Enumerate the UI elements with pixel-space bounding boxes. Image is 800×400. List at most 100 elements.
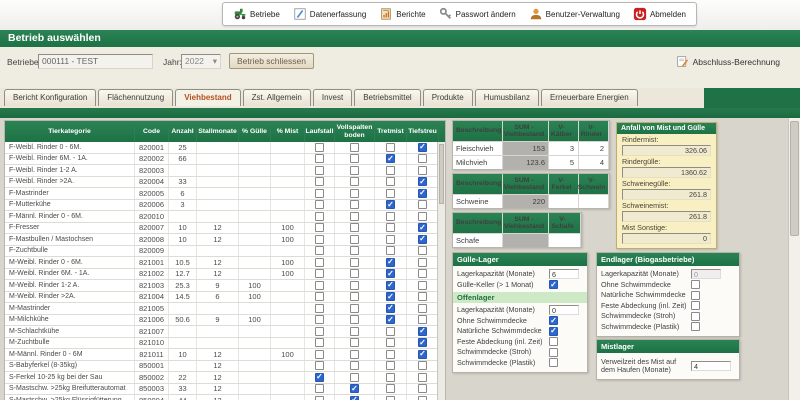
datenerfassung-button[interactable]: Datenerfassung <box>293 7 366 21</box>
tiefstreu-checkbox[interactable] <box>418 200 427 209</box>
laufstall-checkbox[interactable] <box>315 269 324 278</box>
guelle-cell[interactable] <box>239 395 271 400</box>
endlager-ohne-schwimmdecke-checkbox[interactable] <box>691 280 700 289</box>
tretmist-checkbox[interactable] <box>386 258 395 267</box>
anzahl-cell[interactable]: 22 <box>169 372 197 383</box>
vollspaltenboden-checkbox[interactable] <box>350 154 359 163</box>
mist-cell[interactable] <box>271 280 305 291</box>
laufstall-checkbox[interactable] <box>315 223 324 232</box>
vollspaltenboden-checkbox[interactable] <box>350 281 359 290</box>
anzahl-cell[interactable]: 33 <box>169 177 197 188</box>
laufstall-checkbox[interactable] <box>315 154 324 163</box>
stallmonate-cell[interactable]: 12 <box>197 223 239 234</box>
jahr-select[interactable]: 2022▾ <box>181 54 221 69</box>
vollspaltenboden-checkbox[interactable] <box>350 166 359 175</box>
anzahl-cell[interactable]: 44 <box>169 395 197 400</box>
vollspaltenboden-checkbox[interactable] <box>350 384 359 393</box>
stallmonate-cell[interactable]: 12 <box>197 384 239 395</box>
tretmist-checkbox[interactable] <box>386 189 395 198</box>
mist-cell[interactable] <box>271 384 305 395</box>
tiefstreu-checkbox[interactable] <box>418 396 427 400</box>
tretmist-checkbox[interactable] <box>386 361 395 370</box>
guelle-cell[interactable] <box>239 200 271 211</box>
guelle-cell[interactable] <box>239 361 271 372</box>
betriebe-button[interactable]: Betriebe <box>233 7 280 21</box>
tiefstreu-checkbox[interactable] <box>418 281 427 290</box>
anzahl-cell[interactable]: 10 <box>169 223 197 234</box>
tiefstreu-checkbox[interactable] <box>418 350 427 359</box>
vollspaltenboden-checkbox[interactable] <box>350 189 359 198</box>
guelle-cell[interactable] <box>239 234 271 245</box>
stallmonate-cell[interactable]: 6 <box>197 292 239 303</box>
stallmonate-cell[interactable]: 12 <box>197 349 239 360</box>
tiefstreu-checkbox[interactable] <box>418 235 427 244</box>
schwimmdecke-plastik-checkbox[interactable] <box>549 358 558 367</box>
mist-cell[interactable] <box>271 303 305 314</box>
vollspaltenboden-checkbox[interactable] <box>350 396 359 400</box>
tab-humusbilanz[interactable]: Humusbilanz <box>475 89 539 106</box>
guelle-cell[interactable] <box>239 384 271 395</box>
tretmist-checkbox[interactable] <box>386 304 395 313</box>
vertical-scrollbar-thumb[interactable] <box>790 121 799 236</box>
mist-cell[interactable]: 100 <box>271 257 305 268</box>
mist-cell[interactable] <box>271 338 305 349</box>
vollspaltenboden-checkbox[interactable] <box>350 361 359 370</box>
verweilzeit-input[interactable]: 4 <box>691 361 731 371</box>
stallmonate-cell[interactable]: 12 <box>197 257 239 268</box>
guelle-cell[interactable] <box>239 372 271 383</box>
mist-cell[interactable]: 100 <box>271 234 305 245</box>
guelle-cell[interactable]: 100 <box>239 280 271 291</box>
laufstall-checkbox[interactable] <box>315 189 324 198</box>
laufstall-checkbox[interactable] <box>315 177 324 186</box>
anzahl-cell[interactable]: 50.6 <box>169 315 197 326</box>
anzahl-cell[interactable] <box>169 361 197 372</box>
tiefstreu-checkbox[interactable] <box>418 177 427 186</box>
anzahl-cell[interactable]: 10 <box>169 234 197 245</box>
anzahl-cell[interactable] <box>169 246 197 257</box>
stallmonate-cell[interactable]: 9 <box>197 315 239 326</box>
laufstall-checkbox[interactable] <box>315 315 324 324</box>
stallmonate-cell[interactable] <box>197 188 239 199</box>
tiefstreu-checkbox[interactable] <box>418 304 427 313</box>
tretmist-checkbox[interactable] <box>386 338 395 347</box>
stallmonate-cell[interactable] <box>197 326 239 337</box>
guelle-keller-checkbox[interactable] <box>549 280 558 289</box>
vollspaltenboden-checkbox[interactable] <box>350 177 359 186</box>
tretmist-checkbox[interactable] <box>386 269 395 278</box>
mist-cell[interactable] <box>271 211 305 222</box>
vollspaltenboden-checkbox[interactable] <box>350 327 359 336</box>
laufstall-checkbox[interactable] <box>315 292 324 301</box>
stallmonate-cell[interactable]: 12 <box>197 372 239 383</box>
vollspaltenboden-checkbox[interactable] <box>350 258 359 267</box>
stallmonate-cell[interactable] <box>197 154 239 165</box>
tab-zst-allgemein[interactable]: Zst. Allgemein <box>243 89 311 106</box>
tretmist-checkbox[interactable] <box>386 246 395 255</box>
stallmonate-cell[interactable] <box>197 246 239 257</box>
ohne-schwimmdecke-checkbox[interactable] <box>549 316 558 325</box>
vollspaltenboden-checkbox[interactable] <box>350 315 359 324</box>
tretmist-checkbox[interactable] <box>386 212 395 221</box>
tiefstreu-checkbox[interactable] <box>418 373 427 382</box>
anzahl-cell[interactable] <box>169 326 197 337</box>
laufstall-checkbox[interactable] <box>315 361 324 370</box>
tiefstreu-checkbox[interactable] <box>418 338 427 347</box>
anzahl-cell[interactable] <box>169 211 197 222</box>
guelle-cell[interactable] <box>239 177 271 188</box>
tiefstreu-checkbox[interactable] <box>418 246 427 255</box>
tiefstreu-checkbox[interactable] <box>418 143 427 152</box>
guelle-cell[interactable]: 100 <box>239 292 271 303</box>
laufstall-checkbox[interactable] <box>315 327 324 336</box>
mist-cell[interactable] <box>271 292 305 303</box>
schwimmdecke-stroh-checkbox[interactable] <box>549 348 558 357</box>
guelle-cell[interactable] <box>239 338 271 349</box>
tretmist-checkbox[interactable] <box>386 235 395 244</box>
stallmonate-cell[interactable]: 12 <box>197 234 239 245</box>
tretmist-checkbox[interactable] <box>386 350 395 359</box>
tretmist-checkbox[interactable] <box>386 200 395 209</box>
stallmonate-cell[interactable]: 12 <box>197 395 239 400</box>
mist-cell[interactable]: 100 <box>271 349 305 360</box>
mist-cell[interactable] <box>271 395 305 400</box>
mist-cell[interactable] <box>271 315 305 326</box>
benutzer-verwaltung-button[interactable]: Benutzer-Verwaltung <box>529 7 620 21</box>
vollspaltenboden-checkbox[interactable] <box>350 235 359 244</box>
